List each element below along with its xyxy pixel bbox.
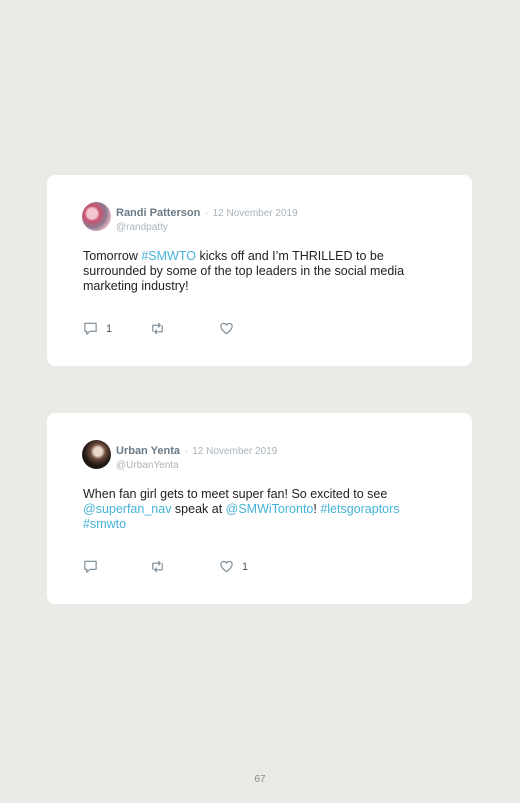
- retweet-button[interactable]: [150, 321, 165, 336]
- separator: ·: [184, 446, 188, 457]
- tweet-date: 12 November 2019: [192, 446, 278, 457]
- comment-icon: [84, 560, 97, 573]
- reply-button[interactable]: [83, 559, 106, 574]
- heart-icon: [220, 322, 233, 335]
- reply-button[interactable]: 1: [83, 321, 112, 336]
- retweet-icon: [152, 322, 163, 335]
- heart-icon: [220, 560, 233, 573]
- avatar[interactable]: [82, 440, 111, 469]
- like-button[interactable]: 1: [219, 559, 248, 574]
- tweet-card-1: Randi Patterson · 12 November 2019 @rand…: [47, 175, 472, 366]
- like-button[interactable]: [219, 321, 242, 336]
- tweet-text: When fan girl gets to meet super fan! So…: [83, 487, 443, 532]
- tweet-text-part: Tomorrow: [83, 249, 142, 263]
- hashtag-link[interactable]: #letsgoraptors: [320, 502, 399, 516]
- tweet-text-part: speak at: [171, 502, 226, 516]
- reply-count: 1: [106, 322, 113, 335]
- tweet-text: Tomorrow #SMWTO kicks off and I’m THRILL…: [83, 249, 443, 294]
- retweet-icon: [152, 560, 163, 573]
- tweet-text-part: When fan girl gets to meet super fan! So…: [83, 487, 388, 501]
- page-number: 67: [254, 774, 266, 785]
- separator: ·: [204, 208, 209, 219]
- tweet-actions: 1: [83, 321, 283, 337]
- avatar[interactable]: [82, 202, 111, 231]
- author-handle[interactable]: @randpatty: [116, 222, 298, 233]
- comment-icon: [84, 322, 97, 335]
- tweet-actions: 1: [83, 559, 283, 575]
- retweet-button[interactable]: [150, 559, 165, 574]
- hashtag-link[interactable]: #smwto: [83, 517, 126, 531]
- tweet-date: 12 November 2019: [212, 208, 298, 219]
- tweet-card-2: Urban Yenta · 12 November 2019 @UrbanYen…: [47, 413, 472, 604]
- mention-link[interactable]: @SMWiToronto: [226, 502, 314, 516]
- mention-link[interactable]: @superfan_nav: [83, 502, 171, 516]
- hashtag-link[interactable]: #SMWTO: [141, 249, 196, 263]
- like-count: 1: [242, 560, 249, 573]
- tweet-header: Randi Patterson · 12 November 2019 @rand…: [116, 203, 298, 233]
- author-name[interactable]: Urban Yenta: [116, 445, 180, 457]
- author-name[interactable]: Randi Patterson: [116, 207, 200, 219]
- tweet-header: Urban Yenta · 12 November 2019 @UrbanYen…: [116, 441, 277, 471]
- author-handle[interactable]: @UrbanYenta: [116, 460, 277, 471]
